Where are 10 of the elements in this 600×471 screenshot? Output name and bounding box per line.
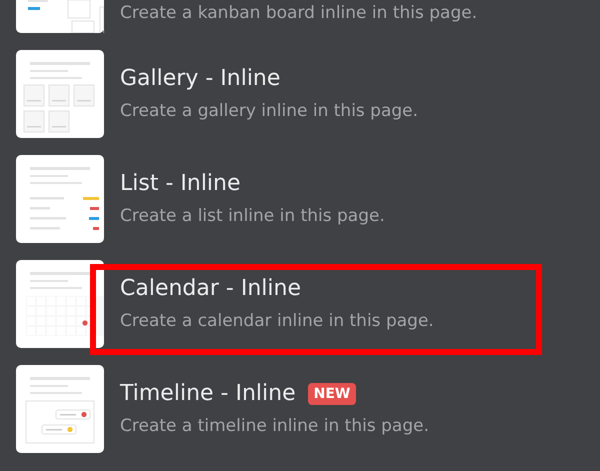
item-title[interactable]: Timeline - Inline bbox=[120, 380, 296, 408]
item-title[interactable]: List - Inline bbox=[120, 170, 241, 198]
new-badge: NEW bbox=[308, 383, 356, 405]
item-title[interactable]: Calendar - Inline bbox=[120, 275, 301, 303]
item-description: Create a timeline inline in this page. bbox=[120, 415, 429, 438]
item-description: Create a gallery inline in this page. bbox=[120, 100, 418, 123]
item-description: Create a kanban board inline in this page. bbox=[120, 2, 478, 25]
item-description: Create a calendar inline in this page. bbox=[120, 310, 434, 333]
item-title[interactable]: Gallery - Inline bbox=[120, 65, 280, 93]
item-description: Create a list inline in this page. bbox=[120, 205, 385, 228]
